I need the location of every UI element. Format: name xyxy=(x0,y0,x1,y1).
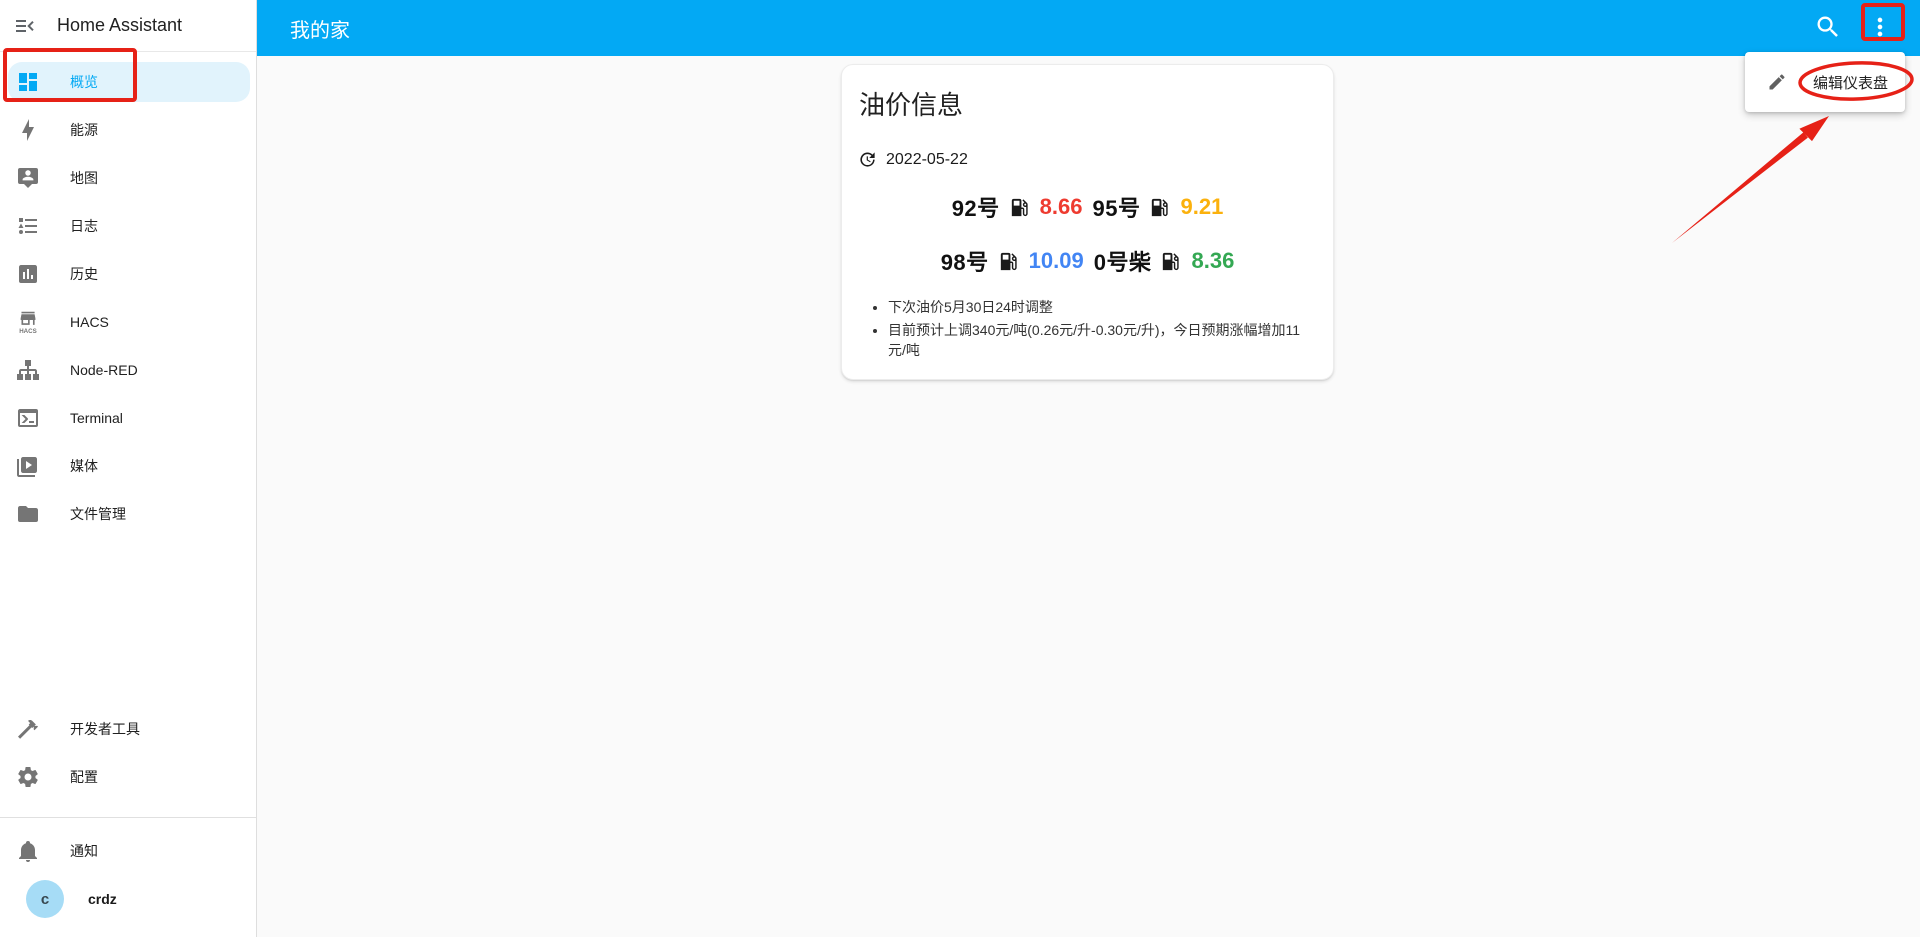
sidebar-item-map[interactable]: 地图 xyxy=(0,154,256,202)
app-header: 我的家 xyxy=(256,0,1920,56)
gas-station-icon xyxy=(997,250,1020,273)
sidebar-item-files[interactable]: 文件管理 xyxy=(0,490,256,538)
main-content: 油价信息 2022-05-22 92号 8.66 95号 9.21 98号 10… xyxy=(257,56,1920,937)
fuel-grade-label: 98号 xyxy=(940,250,989,275)
sidebar-item-label: Terminal xyxy=(70,410,123,426)
folder-icon xyxy=(16,502,40,526)
search-icon[interactable] xyxy=(1814,13,1842,41)
fuel-price-row-1: 92号 8.66 95号 9.21 xyxy=(858,191,1317,223)
sidebar-item-label: 地图 xyxy=(70,170,98,186)
date-row: 2022-05-22 xyxy=(858,150,1317,169)
card-title: 油价信息 xyxy=(859,90,964,120)
sidebar-item-label: 文件管理 xyxy=(70,506,126,522)
fuel-price-value: 10.09 xyxy=(1028,248,1084,273)
user-profile[interactable]: c crdz xyxy=(0,875,256,923)
pencil-icon xyxy=(1767,72,1787,92)
fuel-price-value: 8.66 xyxy=(1039,194,1083,219)
fuel-price-value: 8.36 xyxy=(1191,248,1235,273)
sidebar-item-nodered[interactable]: Node-RED xyxy=(0,346,256,394)
svg-text:HACS: HACS xyxy=(19,328,37,334)
gas-station-icon xyxy=(1148,196,1171,219)
chart-box-icon xyxy=(16,262,40,286)
sidebar-item-label: 历史 xyxy=(70,266,98,282)
sidebar-bottom: 通知 c crdz xyxy=(0,827,256,937)
sidebar-item-logbook[interactable]: 日志 xyxy=(0,202,256,250)
list-bulleted-icon xyxy=(16,214,40,238)
sitemap-icon xyxy=(16,358,40,382)
sidebar-item-terminal[interactable]: Terminal xyxy=(0,394,256,442)
view-dashboard-icon xyxy=(16,70,40,94)
sidebar-item-label: HACS xyxy=(70,314,109,330)
sidebar-item-label: 配置 xyxy=(70,769,98,785)
sidebar-header: Home Assistant xyxy=(0,0,256,52)
gas-station-icon xyxy=(1159,250,1182,273)
menu-toggle-icon[interactable] xyxy=(13,14,37,38)
fuel-price-row-2: 98号 10.09 0号柴 8.36 xyxy=(858,245,1317,277)
sidebar-divider xyxy=(0,817,256,818)
note-item: 目前预计上调340元/吨(0.26元/升-0.30元/升)，今日预期涨幅增加11… xyxy=(888,320,1317,360)
sidebar-item-label: 概览 xyxy=(70,74,98,90)
notifications-label: 通知 xyxy=(70,843,98,859)
overflow-menu-icon[interactable] xyxy=(1866,13,1894,41)
sidebar-item-label: 开发者工具 xyxy=(70,721,140,737)
sidebar-item-label: 日志 xyxy=(70,218,98,234)
sidebar-item-devtools[interactable]: 开发者工具 xyxy=(0,705,256,753)
play-box-icon xyxy=(16,454,40,478)
sidebar-item-overview[interactable]: 概览 xyxy=(8,62,250,102)
sidebar-item-notifications[interactable]: 通知 xyxy=(0,827,256,875)
fuel-grade-label: 92号 xyxy=(951,196,1000,221)
lightning-bolt-icon xyxy=(16,118,40,142)
bell-icon xyxy=(16,839,40,863)
sidebar-nav: 概览 能源 地图 日志 历史 HACS HACS Node-RED Termin xyxy=(0,52,256,538)
gas-station-icon xyxy=(1008,196,1031,219)
hacs-store-icon: HACS xyxy=(16,310,40,334)
sidebar-item-history[interactable]: 历史 xyxy=(0,250,256,298)
date-text: 2022-05-22 xyxy=(886,150,968,168)
sidebar-item-label: Node-RED xyxy=(70,362,138,378)
dashboard-title: 我的家 xyxy=(290,19,350,42)
gear-icon xyxy=(16,765,40,789)
sidebar-item-label: 能源 xyxy=(70,122,98,138)
context-menu-edit-dashboard[interactable]: 编辑仪表盘 xyxy=(1745,52,1905,112)
fuel-price-value: 9.21 xyxy=(1180,194,1224,219)
note-item: 下次油价5月30日24时调整 xyxy=(888,297,1317,317)
oil-price-card: 油价信息 2022-05-22 92号 8.66 95号 9.21 98号 10… xyxy=(841,64,1334,380)
app-title: Home Assistant xyxy=(57,15,183,35)
hammer-icon xyxy=(16,717,40,741)
sidebar-item-config[interactable]: 配置 xyxy=(0,753,256,801)
username: crdz xyxy=(88,891,117,907)
sidebar-item-energy[interactable]: 能源 xyxy=(0,106,256,154)
update-clock-icon xyxy=(858,150,877,169)
sidebar-item-hacs[interactable]: HACS HACS xyxy=(0,298,256,346)
avatar: c xyxy=(26,880,64,918)
sidebar-item-label: 媒体 xyxy=(70,458,98,474)
notes-list: 下次油价5月30日24时调整 目前预计上调340元/吨(0.26元/升-0.30… xyxy=(858,297,1317,360)
tooltip-account-icon xyxy=(16,166,40,190)
fuel-grade-label: 0号柴 xyxy=(1093,250,1152,275)
edit-dashboard-label: 编辑仪表盘 xyxy=(1813,74,1889,92)
fuel-grade-label: 95号 xyxy=(1092,196,1141,221)
sidebar: Home Assistant 概览 能源 地图 日志 历史 HACS HACS xyxy=(0,0,257,937)
sidebar-item-media[interactable]: 媒体 xyxy=(0,442,256,490)
console-icon xyxy=(16,406,40,430)
